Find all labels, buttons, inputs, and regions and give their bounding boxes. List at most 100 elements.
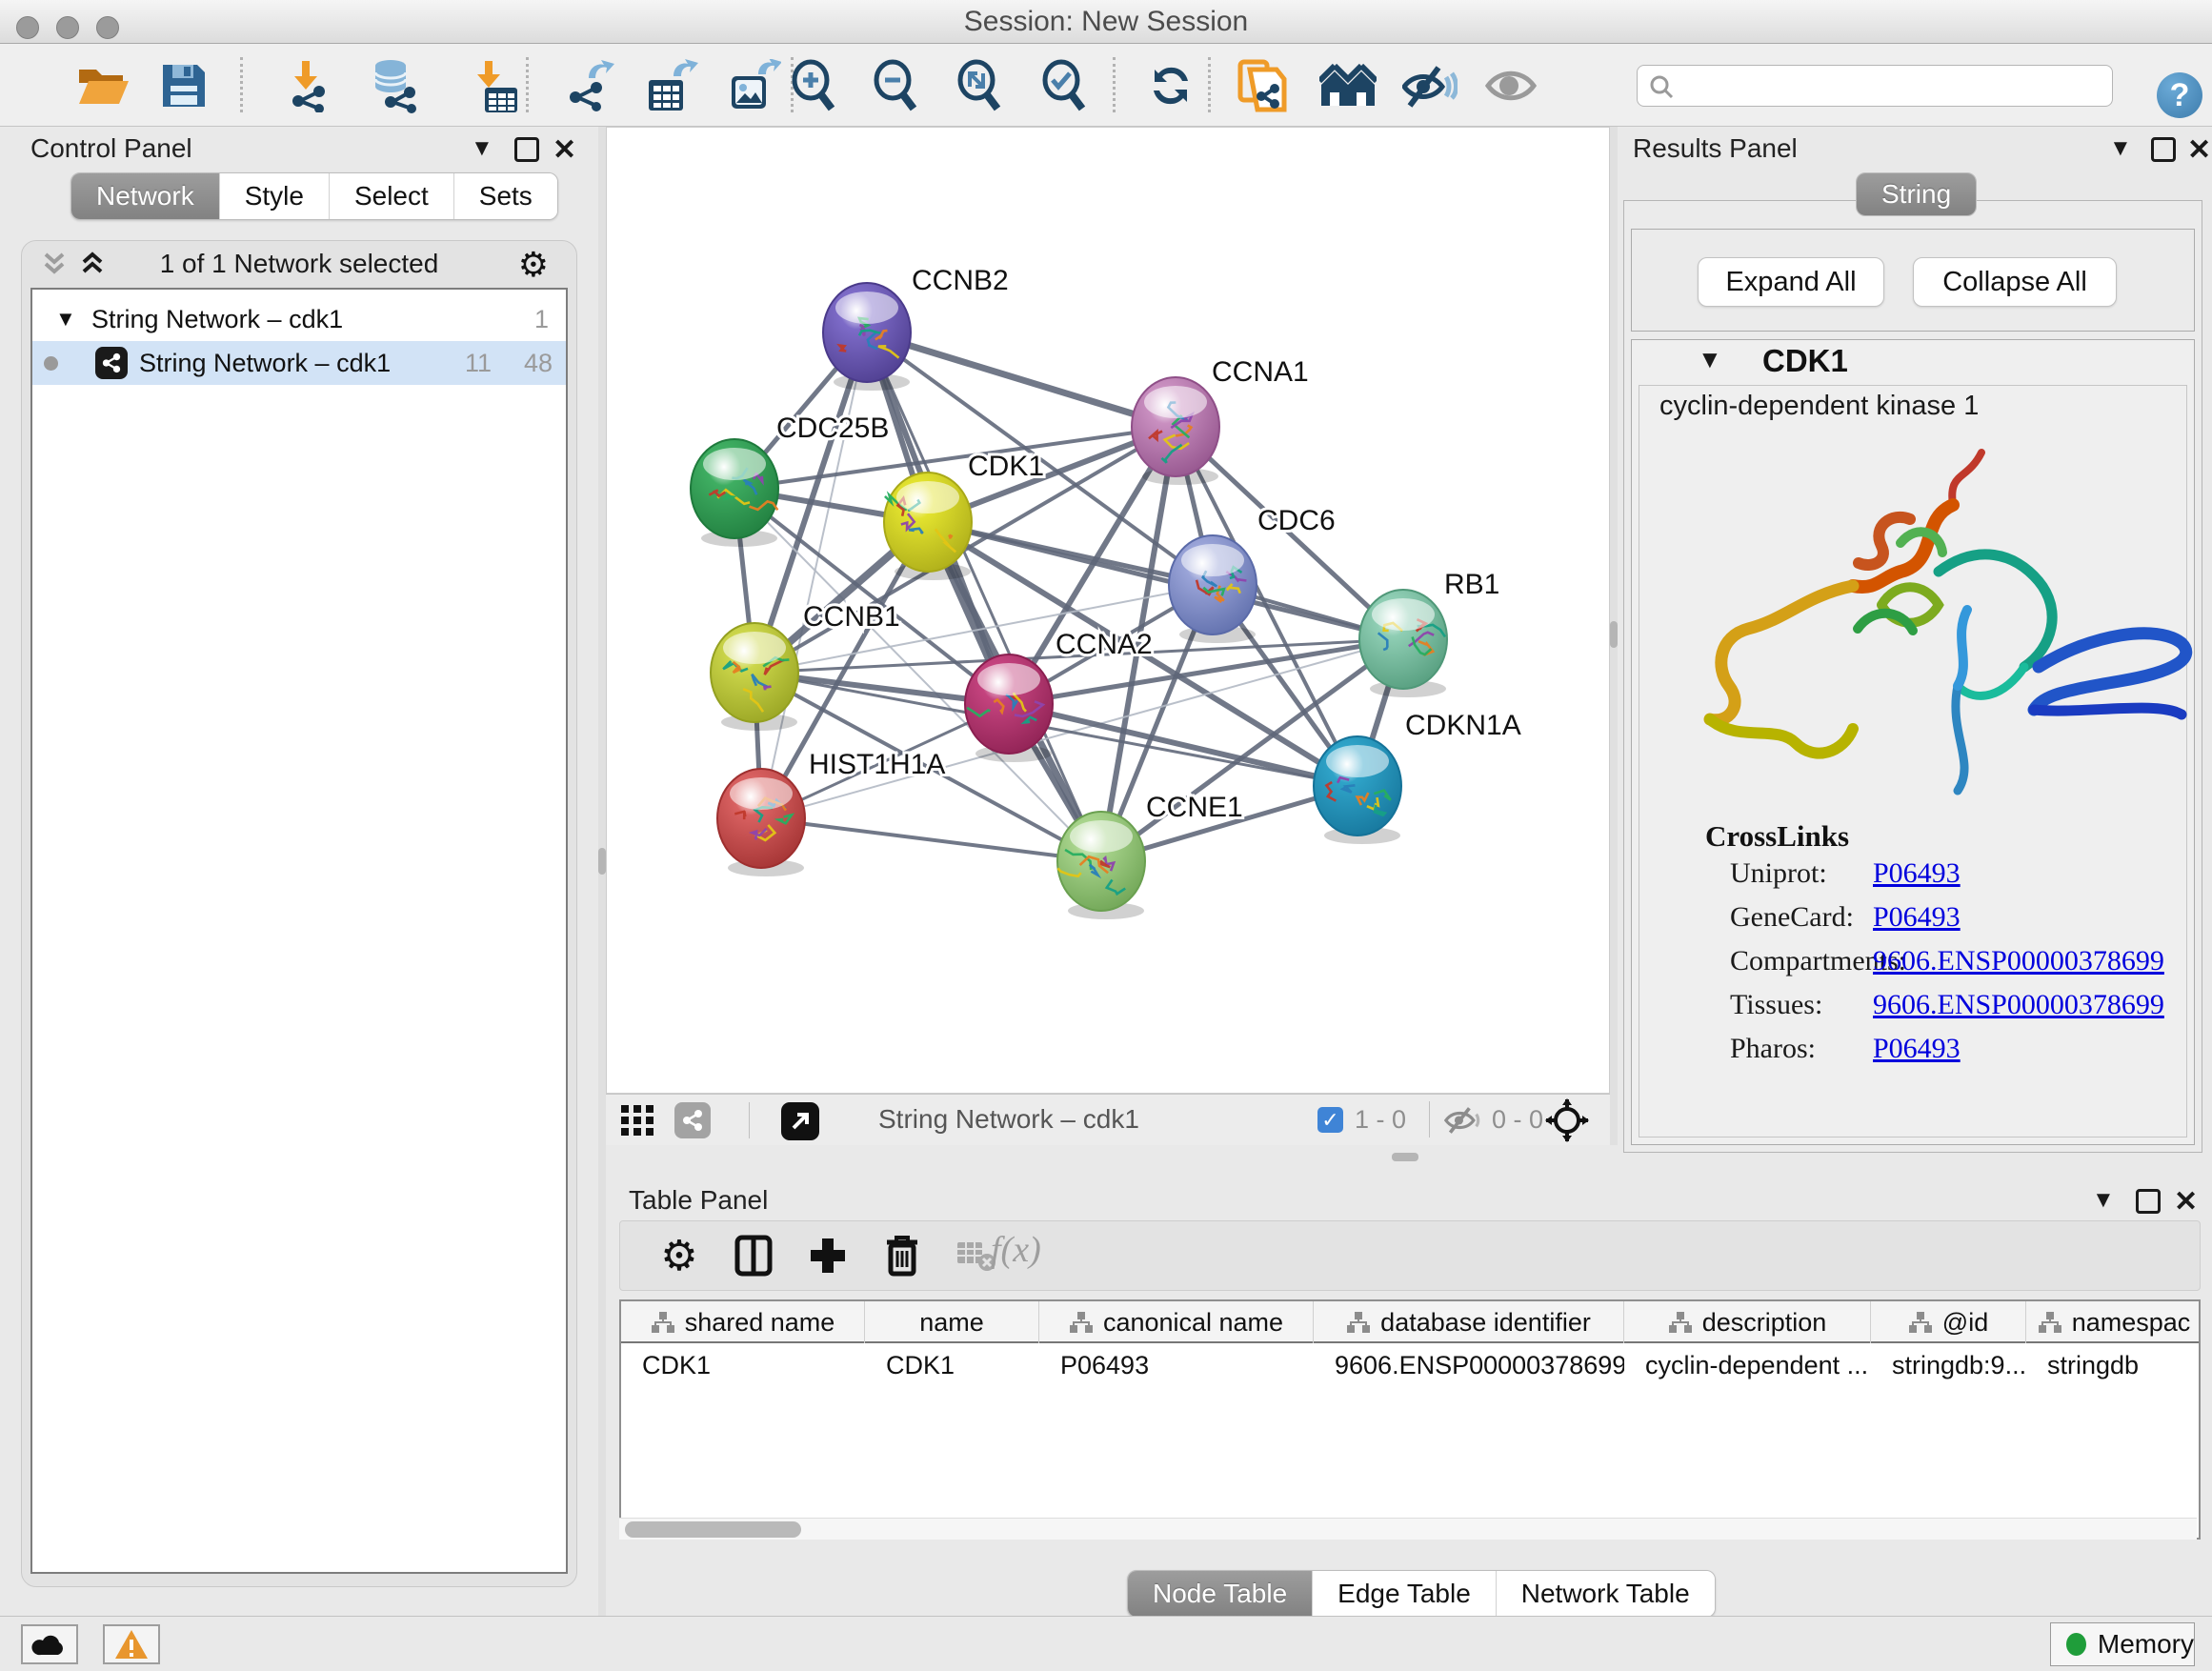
table-cell[interactable]: stringdb:9... [1871,1345,2026,1385]
tab-network[interactable]: Network [71,173,220,219]
control-panel-maximize-icon[interactable] [514,137,539,162]
function-builder-button[interactable]: f(x) [991,1229,1041,1271]
selection-status: 1 of 1 Network selected [21,240,577,288]
results-panel-tabs: String [1856,172,1977,216]
warning-status-icon[interactable] [103,1624,160,1664]
crosslink-link[interactable]: 9606.ENSP00000378699 [1873,945,2164,977]
crosslink-link[interactable]: P06493 [1873,857,1961,890]
results-panel-close-icon[interactable]: ✕ [2187,133,2211,167]
refresh-icon[interactable] [1139,55,1202,116]
help-icon[interactable]: ? [2157,72,2202,118]
table-header-row: shared namenamecanonical namedatabase id… [621,1301,2201,1343]
status-bar: Memory [0,1616,2212,1671]
node-label-CDC6: CDC6 [1257,505,1336,536]
add-column-icon[interactable] [797,1225,858,1286]
memory-button[interactable]: Memory [2050,1622,2195,1666]
right-splitter-handle[interactable] [1610,621,1618,648]
table-cell[interactable]: cyclin-dependent ... [1624,1345,1871,1385]
collection-expand-icon[interactable]: ▼ [55,297,76,341]
tab-string[interactable]: String [1857,173,1976,215]
table-horizontal-scrollbar[interactable] [619,1518,2197,1540]
network-collection-row[interactable]: ▼ String Network – cdk1 1 [32,297,566,341]
search-input[interactable] [1681,68,2105,104]
export-network-icon[interactable] [557,55,620,116]
column-header-5[interactable]: @id [1871,1301,2026,1343]
selected-checkbox-icon[interactable]: ✓ [1317,1107,1343,1133]
table-panel-close-icon[interactable]: ✕ [2174,1185,2198,1218]
expand-all-button[interactable]: Expand All [1698,257,1884,307]
column-header-6[interactable]: namespac [2026,1301,2201,1343]
tab-style[interactable]: Style [220,173,330,219]
home-network-icon[interactable] [1317,55,1379,116]
birdseye-view-icon[interactable] [781,1102,819,1140]
tab-edge-table[interactable]: Edge Table [1313,1571,1497,1617]
zoom-in-icon[interactable] [783,55,846,116]
zoom-out-icon[interactable] [865,55,928,116]
delete-column-icon[interactable] [872,1225,933,1286]
tab-node-table[interactable]: Node Table [1128,1571,1313,1617]
network-edge-count: 48 [495,341,553,385]
crosslink-label: Pharos: [1730,1033,1816,1065]
duplicate-network-icon[interactable] [1231,55,1294,116]
table-cell[interactable]: 9606.ENSP00000378699 [1314,1345,1624,1385]
search-icon [1649,74,1674,99]
table-panel-title: Table Panel [629,1185,768,1216]
save-session-icon[interactable] [152,55,215,116]
show-columns-icon[interactable] [723,1225,784,1286]
import-table-icon[interactable] [462,55,525,116]
table-panel-maximize-icon[interactable] [2136,1189,2161,1214]
tab-select[interactable]: Select [330,173,454,219]
grid-view-icon[interactable] [621,1105,655,1136]
table-cell[interactable]: CDK1 [621,1345,865,1385]
control-panel-float-icon[interactable]: ▼ [471,135,493,162]
network-options-gear-icon[interactable]: ⚙ [518,245,549,285]
collapse-all-button[interactable]: Collapse All [1913,257,2117,307]
hide-graphics-icon[interactable] [1398,55,1461,116]
column-header-0[interactable]: shared name [621,1301,865,1343]
import-network-file-icon[interactable] [276,55,339,116]
bottom-splitter-handle[interactable] [1392,1153,1418,1161]
zoom-selected-icon[interactable] [1034,55,1096,116]
toolbar-separator [240,57,243,112]
tab-network-table[interactable]: Network Table [1497,1571,1715,1617]
cloud-status-icon[interactable] [21,1624,78,1664]
show-graphics-icon[interactable] [1480,55,1543,116]
pan-crosshair-icon[interactable] [1545,1098,1589,1142]
column-header-2[interactable]: canonical name [1039,1301,1314,1343]
footer-separator [749,1102,750,1138]
table-cell[interactable]: stringdb [2026,1345,2201,1385]
protein-structure-image [1662,429,2196,810]
toolbar-separator [1113,57,1116,112]
column-header-1[interactable]: name [865,1301,1039,1343]
tab-sets[interactable]: Sets [454,173,557,219]
scrollbar-thumb[interactable] [625,1521,801,1538]
crosslink-link[interactable]: P06493 [1873,901,1961,934]
zoom-fit-icon[interactable] [949,55,1012,116]
import-network-database-icon[interactable] [364,55,427,116]
node-table: shared namenamecanonical namedatabase id… [619,1299,2201,1540]
table-tabs: Node Table Edge Table Network Table [1127,1570,1716,1618]
search-box [1637,65,2113,107]
export-image-icon[interactable] [723,55,786,116]
network-view-title: String Network – cdk1 [878,1094,1139,1145]
left-splitter-handle[interactable] [598,848,606,875]
table-cell[interactable]: CDK1 [865,1345,1039,1385]
gene-section-collapse-icon[interactable]: ▼ [1698,345,1722,374]
table-cell[interactable]: P06493 [1039,1345,1314,1385]
crosslink-link[interactable]: P06493 [1873,1033,1961,1065]
export-table-icon[interactable] [640,55,703,116]
network-view-share-icon[interactable] [674,1102,711,1138]
network-canvas[interactable]: CCNB2CCNA1CDC25BCDK1CDC6RB1CCNB1CCNA2CDK… [606,127,1610,1094]
results-panel-float-icon[interactable]: ▼ [2109,135,2132,162]
open-session-icon[interactable] [71,55,134,116]
control-panel-close-icon[interactable]: ✕ [553,133,576,167]
crosslink-link[interactable]: 9606.ENSP00000378699 [1873,989,2164,1021]
column-header-4[interactable]: description [1624,1301,1871,1343]
results-panel-maximize-icon[interactable] [2151,137,2176,162]
table-panel-float-icon[interactable]: ▼ [2092,1187,2115,1214]
node-label-CCNB1: CCNB1 [803,601,900,633]
table-options-gear-icon[interactable]: ⚙ [649,1225,710,1286]
column-header-3[interactable]: database identifier [1314,1301,1624,1343]
table-row[interactable]: CDK1CDK1P064939606.ENSP00000378699cyclin… [621,1345,2201,1385]
network-row[interactable]: String Network – cdk1 11 48 [32,341,566,385]
